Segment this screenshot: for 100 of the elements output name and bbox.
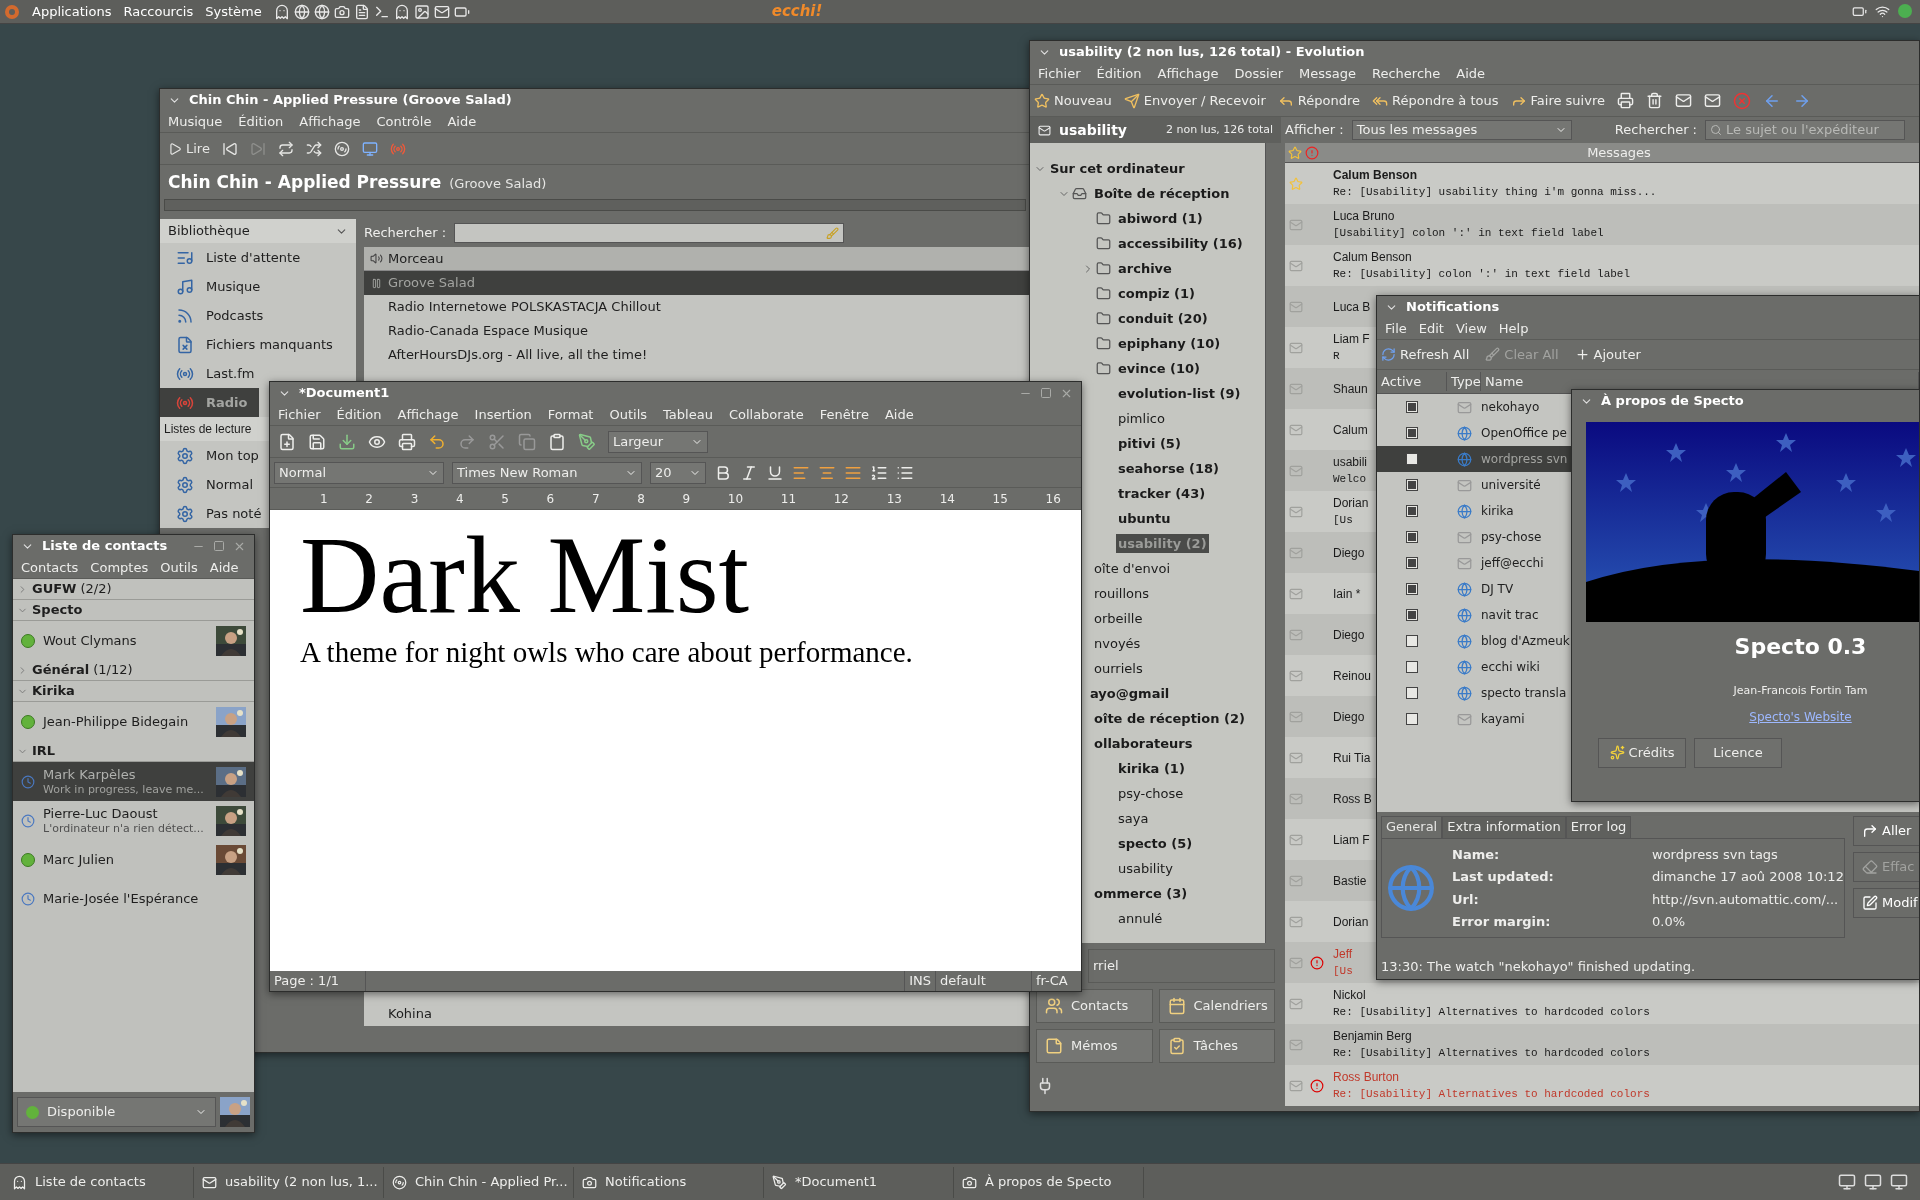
message-subject: Re: [Usability] Alternatives to hardcoded colors	[1332, 1087, 1650, 1103]
status-message: 13:30: The watch "nekohayo" finished updating.	[1381, 958, 1696, 977]
window-title: Chin Chin - Applied Pressure (Groove Salad)	[189, 91, 512, 110]
watch-name: navit trac	[1481, 607, 1539, 624]
track-title: AfterHoursDJs.org - All live, all the time!	[388, 346, 648, 365]
watch-name: OpenOffice pe	[1481, 425, 1567, 442]
page-status: Page : 1/1	[270, 971, 366, 991]
ruler-number: 13	[886, 490, 902, 508]
watch-name: blog d'Azmeuk	[1481, 633, 1570, 650]
watch-name: wordpress svn	[1481, 451, 1568, 468]
detail-value: http://svn.automattic.com/...	[1652, 890, 1840, 909]
message-sender: Ross B	[1332, 790, 1372, 808]
message-subject: Re: [Usability] Alternatives to hardcoded colors	[1332, 1046, 1650, 1062]
contact-name: Marc Julien	[43, 852, 116, 867]
message-sender: Shaun	[1332, 380, 1368, 398]
section-header: Listes de lecture	[164, 421, 252, 438]
detail-label: Error margin:	[1452, 913, 1552, 931]
ruler-number: 7	[591, 490, 600, 508]
search-label: Rechercher :	[364, 224, 447, 243]
message-sender: Jeff	[1332, 946, 1353, 964]
contact-name: Pierre-Luc Daoust	[43, 805, 159, 821]
message-sender: Diego	[1332, 708, 1365, 726]
detail-value: wordpress svn tags	[1652, 845, 1779, 864]
sidebar-label: Normal	[206, 475, 254, 494]
ruler-number: 2	[365, 490, 373, 508]
ruler-number: 10	[727, 490, 744, 508]
message-sender: Dorian	[1332, 495, 1369, 513]
track-title: Radio-Canada Espace Musique	[388, 322, 588, 341]
ruler-number: 8	[637, 490, 645, 508]
window-title: usability (2 non lus, 126 total) - Evolution	[1059, 43, 1365, 62]
document-heading: Dark Mist	[300, 516, 751, 634]
folder-title: usability	[1059, 120, 1127, 140]
watch-name: psy-chose	[1481, 529, 1542, 546]
message-sender: Calum Benson	[1332, 167, 1418, 185]
message-subject: [Usability] colon ':' in text field label	[1332, 226, 1604, 242]
detail-value: dimanche 17 aoû 2008 10:12	[1652, 868, 1844, 886]
contact-name: Mark Karpèles	[43, 766, 137, 782]
detail-label: Name:	[1452, 845, 1501, 864]
watch-name: nekohayo	[1481, 399, 1540, 416]
watch-name: ecchi wiki	[1481, 659, 1540, 676]
ruler-number: 6	[546, 490, 555, 508]
contact-status-message: Work in progress, leave me...	[43, 782, 205, 797]
insert-mode-status: INS	[904, 971, 935, 991]
sidebar-label: Radio	[206, 393, 248, 412]
window-title: Liste de contacts	[42, 537, 168, 556]
message-sender: Liam F	[1332, 831, 1370, 849]
watch-name: kirika	[1481, 503, 1514, 520]
message-sender: Benjamin Berg	[1332, 1028, 1413, 1046]
section-header: Bibliothèque	[168, 222, 250, 241]
message-sender: Reinou	[1332, 667, 1372, 685]
message-subject: Re: [Usability] usability thing i'm gonna miss...	[1332, 185, 1657, 201]
watch-name: jeff@ecchi	[1481, 555, 1544, 572]
message-sender: Iain *	[1332, 585, 1361, 603]
message-sender: Luca B	[1332, 298, 1371, 316]
sidebar-label: Last.fm	[206, 364, 255, 383]
contact-name: Wout Clymans	[43, 633, 138, 648]
ruler-number: 5	[501, 490, 509, 508]
detail-value: 0.0%	[1652, 913, 1687, 931]
message-sender: Diego	[1332, 626, 1365, 644]
ruler-number: 9	[682, 490, 691, 508]
message-sender: Dorian	[1332, 913, 1369, 931]
message-sender: Nickol	[1332, 987, 1367, 1005]
ruler-number: 15	[992, 490, 1008, 508]
sidebar-label: Mon top	[206, 446, 259, 465]
ruler-number: 1	[320, 490, 328, 508]
search-label: Rechercher :	[1614, 121, 1697, 140]
watch-name: DJ TV	[1481, 581, 1514, 598]
track-title: Kohina	[388, 1005, 432, 1024]
station-name: (Groove Salad)	[449, 175, 547, 193]
contact-name: Marie-Josée l'Espérance	[43, 891, 200, 906]
folder-counts: 2 non lus, 126 total	[1165, 121, 1273, 138]
app-name: Specto 0.3	[1734, 633, 1867, 661]
sidebar-label: Fichiers manquants	[206, 335, 333, 354]
ruler-number: 4	[455, 490, 464, 508]
contact-name: Jean-Philippe Bidegain	[43, 714, 190, 729]
style-status: default	[935, 971, 1031, 991]
message-sender: Ross Burton	[1332, 1069, 1401, 1087]
detail-label: Url:	[1452, 890, 1480, 909]
sidebar-label: Musique	[206, 277, 261, 296]
sidebar-label: Pas noté	[206, 504, 262, 523]
window-title: *Document1	[299, 384, 390, 403]
ruler-number: 14	[939, 490, 955, 508]
ruler-number: 12	[833, 490, 849, 508]
document-paragraph: A theme for night owls who care about performance.	[300, 635, 914, 670]
ruler-number: 16	[1045, 490, 1061, 508]
author-name: Jean-Francois Fortin Tam	[1733, 683, 1868, 699]
message-sender: usabili	[1332, 454, 1368, 472]
track-title: Groove Salad	[388, 274, 475, 293]
sidebar-label: Podcasts	[206, 306, 264, 325]
watch-name: université	[1481, 477, 1541, 494]
message-sender: Luca Bruno	[1332, 208, 1396, 226]
message-sender: Rui Tia	[1332, 749, 1371, 767]
message-subject: Re: [Usability] colon ':' in text field label	[1332, 267, 1631, 283]
track-title: Radio Internetowe POLSKASTACJA Chillout	[388, 298, 661, 317]
window-title: Notifications	[1406, 298, 1500, 317]
sidebar-label: Liste d'attente	[206, 248, 301, 267]
message-sender: Liam F	[1332, 331, 1370, 349]
message-sender: Calum	[1332, 421, 1368, 439]
message-subject: [Us	[1332, 964, 1353, 980]
window-title: À propos de Specto	[1601, 392, 1744, 411]
